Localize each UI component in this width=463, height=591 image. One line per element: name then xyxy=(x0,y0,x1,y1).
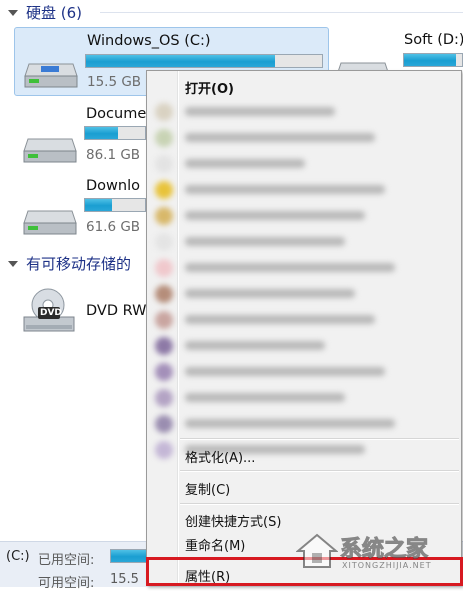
menu-item-label: 格式化(A)... xyxy=(185,451,256,466)
menu-separator xyxy=(180,470,459,472)
menu-item-label: 创建快捷方式(S) xyxy=(185,515,282,530)
group-title: 硬盘 (6) xyxy=(26,4,83,22)
menu-item-label: 复制(C) xyxy=(185,483,231,498)
drive-usage-bar xyxy=(85,54,323,68)
context-menu: 打开(O) 格式化(A)... 复制(C) 创建快捷方式(S) 重命名(M) 属… xyxy=(146,70,462,586)
drive-usage-bar xyxy=(84,198,146,212)
status-free-value: 15.5 xyxy=(110,572,139,587)
house-logo-icon xyxy=(296,533,338,568)
drive-name: Soft (D:) xyxy=(404,32,463,48)
status-drive-label: (C:) xyxy=(6,549,30,564)
drive-size: 86.1 GB xyxy=(86,147,141,163)
group-header-removable[interactable]: 有可移动存储的 xyxy=(8,253,131,274)
menu-item-label: 重命名(M) xyxy=(185,539,246,554)
drive-size: 15.5 GB xyxy=(87,74,142,90)
group-divider xyxy=(100,12,463,13)
drive-name: Downlo xyxy=(86,178,140,194)
menu-separator xyxy=(180,503,459,505)
drive-size: 61.6 GB xyxy=(86,219,141,235)
menu-item-open[interactable]: 打开(O) xyxy=(149,75,459,97)
status-usage-bar xyxy=(110,549,150,563)
hard-drive-icon xyxy=(24,63,78,88)
menu-item-format[interactable]: 格式化(A)... xyxy=(149,444,459,466)
hard-drive-icon xyxy=(23,138,77,163)
status-free-label: 可用空间: xyxy=(38,576,95,591)
watermark: 系统之家 XITONGZHIJIA.NET xyxy=(296,527,463,579)
group-header-hard-disks[interactable]: 硬盘 (6) xyxy=(8,2,82,23)
collapse-arrow-icon[interactable] xyxy=(8,260,18,267)
drive-dvd[interactable]: DVD DVD RW xyxy=(14,283,154,343)
dvd-badge: DVD xyxy=(40,308,62,318)
blurred-menu-items xyxy=(151,99,457,463)
watermark-title: 系统之家 xyxy=(339,537,429,563)
drive-documents[interactable]: Docume 86.1 GB xyxy=(14,103,154,165)
drive-downloads[interactable]: Downlo 61.6 GB xyxy=(14,175,154,237)
drive-name: Windows_OS (C:) xyxy=(87,33,211,49)
hard-drive-icon xyxy=(23,210,77,235)
drive-name: Docume xyxy=(86,106,147,122)
watermark-url: XITONGZHIJIA.NET xyxy=(342,561,432,570)
drive-usage-bar xyxy=(84,126,146,140)
drive-name: DVD RW xyxy=(86,303,147,319)
status-used-label: 已用空间: xyxy=(38,553,95,568)
group-title: 有可移动存储的 xyxy=(26,255,132,273)
menu-item-label: 打开(O) xyxy=(185,82,234,97)
drive-usage-bar xyxy=(403,53,463,67)
menu-separator xyxy=(180,438,459,440)
collapse-arrow-icon[interactable] xyxy=(8,9,18,16)
menu-item-copy[interactable]: 复制(C) xyxy=(149,476,459,498)
